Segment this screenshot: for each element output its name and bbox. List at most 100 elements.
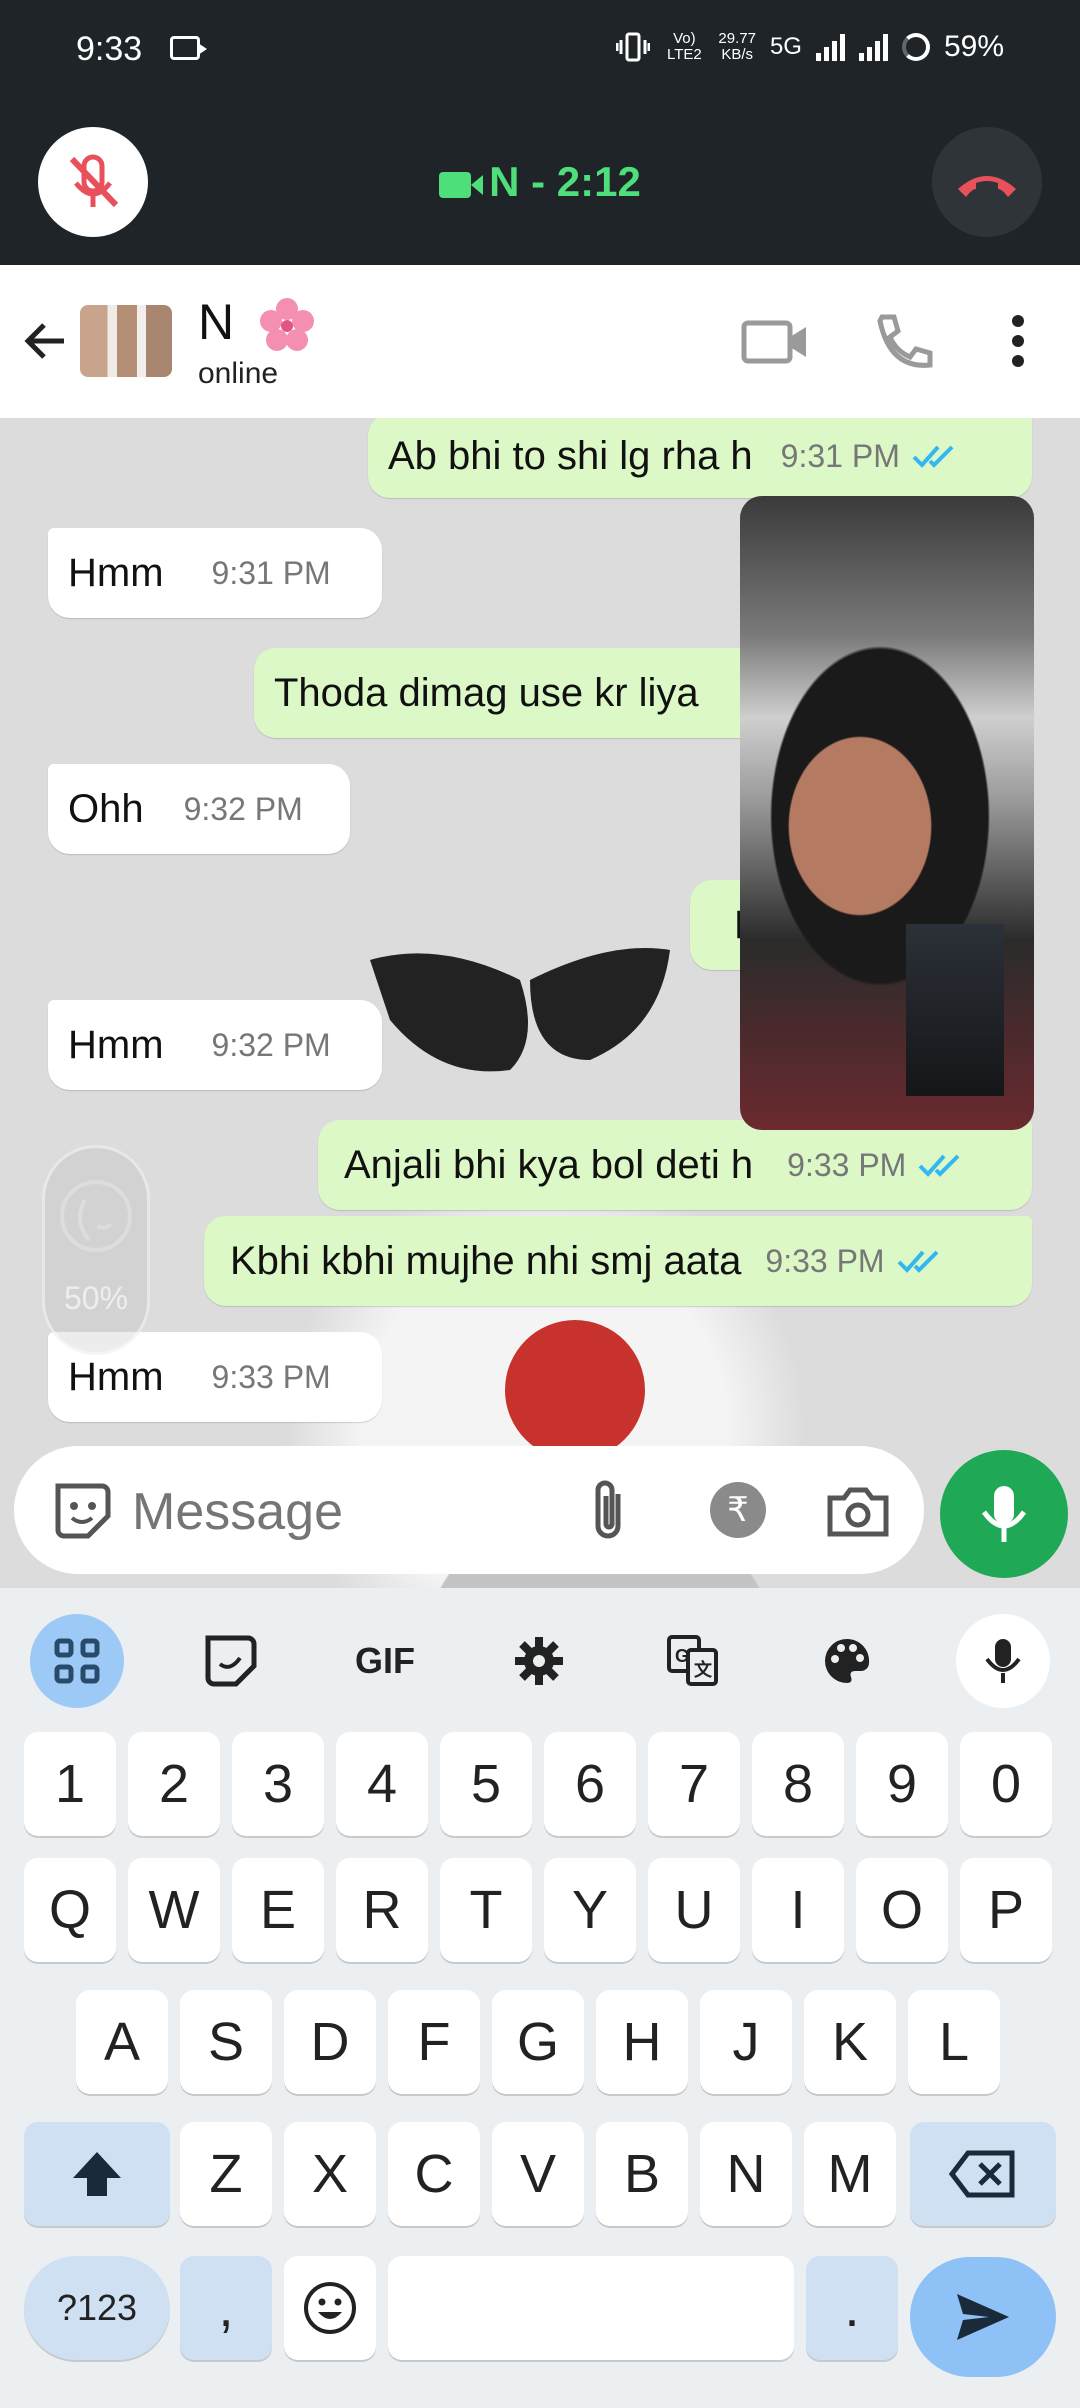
voice-typing-button[interactable]	[956, 1614, 1050, 1708]
beauty-filter-level: 50%	[63, 1280, 129, 1316]
video-call-icon	[439, 171, 484, 198]
key-8[interactable]: 8	[752, 1732, 844, 1836]
remote-video-preview[interactable]	[740, 496, 1034, 1130]
key-g[interactable]: G	[492, 1990, 584, 2094]
status-bar: 9:33 Vo) LTE2 29.77 KB/s 5G 59%	[0, 0, 1080, 100]
sticker-icon	[205, 1635, 257, 1687]
gif-button[interactable]: GIF	[338, 1614, 432, 1708]
symbols-key[interactable]: ?123	[24, 2256, 170, 2360]
beauty-filter-toggle[interactable]: 50%	[42, 1145, 150, 1355]
message-bubble-incoming[interactable]: Hmm 9:32 PM	[48, 1000, 382, 1090]
key-a[interactable]: A	[76, 1990, 168, 2094]
ongoing-call-bar[interactable]: N - 2:12	[0, 100, 1080, 265]
contact-avatar[interactable]	[80, 305, 172, 377]
more-options-icon[interactable]	[990, 311, 1046, 371]
settings-button[interactable]	[492, 1614, 586, 1708]
key-4[interactable]: 4	[336, 1732, 428, 1836]
key-v[interactable]: V	[492, 2122, 584, 2226]
rupee-icon: ₹	[727, 1491, 749, 1529]
status-time: 9:33	[76, 30, 143, 68]
chat-area[interactable]: Ab bhi to shi lg rha h 9:31 PM Hmm 9:31 …	[0, 418, 1080, 1588]
sticker-icon[interactable]	[50, 1478, 116, 1544]
send-button[interactable]	[910, 2257, 1056, 2377]
key-i[interactable]: I	[752, 1858, 844, 1962]
key-n[interactable]: N	[700, 2122, 792, 2226]
message-text: Thoda dimag use kr liya	[274, 670, 699, 715]
read-ticks-icon	[897, 1250, 938, 1273]
call-title-text: N - 2:12	[489, 158, 641, 205]
voice-message-button[interactable]	[940, 1450, 1068, 1578]
key-d[interactable]: D	[284, 1990, 376, 2094]
backspace-key[interactable]	[910, 2122, 1056, 2226]
key-j[interactable]: J	[700, 1990, 792, 2094]
key-6[interactable]: 6	[544, 1732, 636, 1836]
attachment-icon[interactable]	[584, 1476, 634, 1546]
compose-bar: ₹	[14, 1446, 924, 1574]
apps-grid-button[interactable]	[30, 1614, 124, 1708]
end-call-button[interactable]	[932, 127, 1042, 237]
key-e[interactable]: E	[232, 1858, 324, 1962]
key-h[interactable]: H	[596, 1990, 688, 2094]
key-c[interactable]: C	[388, 2122, 480, 2226]
cherry-blossom-icon	[260, 297, 315, 351]
theme-button[interactable]	[800, 1614, 894, 1708]
message-bubble-outgoing[interactable]: Anjali bhi kya bol deti h 9:33 PM	[318, 1120, 1032, 1210]
message-bubble-outgoing[interactable]: Ab bhi to shi lg rha h 9:31 PM	[368, 418, 1032, 498]
message-input[interactable]	[132, 1482, 552, 1542]
key-r[interactable]: R	[336, 1858, 428, 1962]
svg-text:文: 文	[694, 1659, 713, 1681]
read-ticks-icon	[912, 445, 954, 468]
translate-button[interactable]: G文	[646, 1614, 740, 1708]
message-bubble-incoming[interactable]: Ohh 9:32 PM	[48, 764, 350, 854]
key-y[interactable]: Y	[544, 1858, 636, 1962]
space-key[interactable]	[388, 2256, 794, 2360]
contact-name[interactable]: N	[198, 293, 316, 355]
key-k[interactable]: K	[804, 1990, 896, 2094]
key-t[interactable]: T	[440, 1858, 532, 1962]
key-m[interactable]: M	[804, 2122, 896, 2226]
key-p[interactable]: P	[960, 1858, 1052, 1962]
key-3[interactable]: 3	[232, 1732, 324, 1836]
emoji-key[interactable]	[284, 2256, 376, 2360]
key-z[interactable]: Z	[180, 2122, 272, 2226]
call-title[interactable]: N - 2:12	[0, 158, 1080, 206]
microphone-icon	[985, 1639, 1021, 1683]
key-f[interactable]: F	[388, 1990, 480, 2094]
backspace-icon	[948, 2150, 1015, 2198]
keyboard-toolbar: GIF G文	[0, 1588, 1080, 1708]
contact-name-text: N	[198, 294, 235, 350]
contact-status: online	[198, 357, 279, 390]
back-arrow-icon[interactable]	[18, 313, 74, 369]
key-x[interactable]: X	[284, 2122, 376, 2226]
key-5[interactable]: 5	[440, 1732, 532, 1836]
shift-key[interactable]	[24, 2122, 170, 2226]
key-q[interactable]: Q	[24, 1858, 116, 1962]
comma-key[interactable]: ,	[180, 2256, 272, 2360]
key-u[interactable]: U	[648, 1858, 740, 1962]
key-2[interactable]: 2	[128, 1732, 220, 1836]
key-1[interactable]: 1	[24, 1732, 116, 1836]
key-s[interactable]: S	[180, 1990, 272, 2094]
voice-call-button-icon[interactable]	[868, 311, 938, 371]
end-call-icon	[958, 176, 1016, 197]
video-call-button-icon[interactable]	[740, 311, 810, 371]
period-key[interactable]: .	[806, 2256, 898, 2360]
sticker-button[interactable]	[184, 1614, 278, 1708]
message-bubble-outgoing[interactable]: Kbhi kbhi mujhe nhi smj aata 9:33 PM	[204, 1216, 1032, 1306]
key-w[interactable]: W	[128, 1858, 220, 1962]
message-bubble-incoming[interactable]: Hmm 9:31 PM	[48, 528, 382, 618]
payment-button[interactable]: ₹	[710, 1482, 766, 1538]
svg-text:G: G	[675, 1646, 689, 1666]
message-text: Hmm	[68, 1022, 164, 1067]
camera-icon[interactable]	[826, 1484, 890, 1540]
key-7[interactable]: 7	[648, 1732, 740, 1836]
key-9[interactable]: 9	[856, 1732, 948, 1836]
palette-icon	[825, 1638, 870, 1683]
self-video-preview[interactable]	[906, 924, 1004, 1096]
key-o[interactable]: O	[856, 1858, 948, 1962]
key-0[interactable]: 0	[960, 1732, 1052, 1836]
message-text: Hmm	[68, 1354, 164, 1399]
key-l[interactable]: L	[908, 1990, 1000, 2094]
message-time: 9:32 PM	[183, 790, 303, 827]
key-b[interactable]: B	[596, 2122, 688, 2226]
